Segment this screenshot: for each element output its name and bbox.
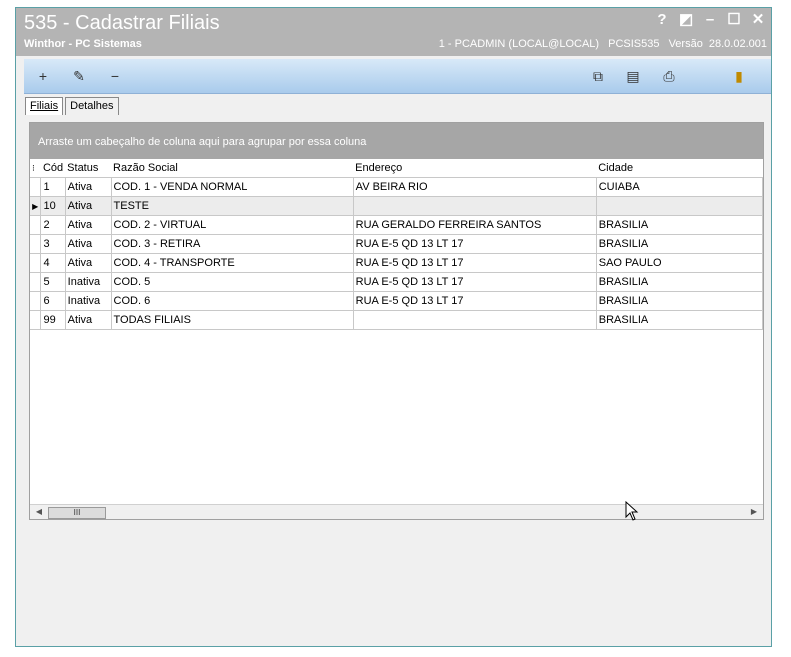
scroll-left-icon[interactable]: ◀	[32, 506, 46, 518]
print-icon[interactable]: ⎙	[660, 67, 678, 85]
add-icon[interactable]: +	[34, 67, 52, 85]
cell-status[interactable]: Ativa	[65, 310, 112, 330]
cell-endereco[interactable]: RUA GERALDO FERREIRA SANTOS	[353, 215, 597, 235]
cell-cod[interactable]: 99	[40, 310, 66, 330]
cell-razao[interactable]: COD. 2 - VIRTUAL	[111, 215, 354, 235]
tab-filiais[interactable]: Filiais	[25, 97, 64, 115]
help-icon[interactable]: ?	[655, 11, 669, 29]
cell-cidade[interactable]: BRASILIA	[596, 215, 764, 235]
remove-icon[interactable]: −	[106, 67, 124, 85]
cell-razao[interactable]: TODAS FILIAIS	[111, 310, 354, 330]
row-indicator	[30, 272, 42, 292]
cell-cod[interactable]: 5	[40, 272, 66, 292]
table-row[interactable]: 1 Ativa COD. 1 - VENDA NORMAL AV BEIRA RIO C…	[30, 177, 764, 197]
row-indicator	[30, 234, 42, 254]
cell-razao[interactable]: COD. 1 - VENDA NORMAL	[111, 177, 354, 197]
row-indicator	[30, 215, 42, 235]
cell-razao[interactable]: COD. 3 - RETIRA	[111, 234, 354, 254]
version-number: 28.0.02.001	[708, 38, 767, 50]
row-indicator	[30, 177, 42, 197]
cell-status[interactable]: Ativa	[65, 234, 112, 254]
column-header-status[interactable]: Status	[65, 159, 112, 178]
cell-cod[interactable]: 4	[40, 253, 66, 273]
cell-cidade[interactable]: BRASILIA	[596, 234, 764, 254]
table-row[interactable]: 5 Inativa COD. 5 RUA E-5 QD 13 LT 17 BRASILI…	[30, 272, 764, 292]
cell-endereco[interactable]: RUA E-5 QD 13 LT 17	[353, 253, 597, 273]
cell-endereco[interactable]: RUA E-5 QD 13 LT 17	[353, 291, 597, 311]
cell-status[interactable]: Inativa	[65, 291, 112, 311]
cell-razao[interactable]: COD. 4 - TRANSPORTE	[111, 253, 354, 273]
cell-razao[interactable]: TESTE	[111, 196, 354, 216]
cell-status[interactable]: Ativa	[65, 253, 112, 273]
row-indicator-icon: ▶	[30, 196, 42, 216]
column-chooser-icon[interactable]: ⁝	[30, 159, 41, 178]
cell-cod[interactable]: 2	[40, 215, 66, 235]
mouse-cursor-icon	[625, 501, 639, 521]
cell-cod[interactable]: 6	[40, 291, 66, 311]
tab-strip: Filiais Detalhes	[25, 97, 121, 115]
group-hint: Arraste um cabeçalho de coluna aqui para…	[38, 136, 367, 148]
row-indicator	[30, 291, 42, 311]
row-indicator	[30, 310, 42, 330]
app-window: 535 - Cadastrar Filiais Winthor - PC Sis…	[15, 7, 772, 647]
report-icon[interactable]: ▤	[624, 67, 642, 85]
cell-cidade[interactable]: BRASILIA	[596, 272, 764, 292]
window-controls: ? ◩ – ☐ ✕	[655, 11, 765, 29]
cell-endereco[interactable]	[353, 196, 597, 216]
cell-cidade[interactable]: BRASILIA	[596, 310, 764, 330]
cell-endereco[interactable]: RUA E-5 QD 13 LT 17	[353, 272, 597, 292]
group-by-panel[interactable]: Arraste um cabeçalho de coluna aqui para…	[30, 123, 763, 159]
minimize-icon[interactable]: –	[703, 11, 717, 29]
cell-endereco[interactable]: AV BEIRA RIO	[353, 177, 597, 197]
row-indicator	[30, 253, 42, 273]
tab-detalhes[interactable]: Detalhes	[65, 97, 119, 115]
user-info: 1 - PCADMIN (LOCAL@LOCAL)	[438, 38, 600, 50]
table-row[interactable]: 2 Ativa COD. 2 - VIRTUAL RUA GERALDO FERREI…	[30, 215, 764, 235]
cell-cidade[interactable]: SAO PAULO	[596, 253, 764, 273]
filiais-table: ⁝ Cód Status Razão Social Endereço Cidad…	[30, 159, 764, 330]
header-row: ⁝ Cód Status Razão Social Endereço Cidad…	[30, 159, 763, 178]
cell-cidade[interactable]	[596, 196, 764, 216]
cell-razao[interactable]: COD. 5	[111, 272, 354, 292]
exit-icon[interactable]: ▮	[730, 67, 748, 85]
copy-icon[interactable]: ⧉	[589, 67, 607, 85]
column-header-cod[interactable]: Cód	[40, 159, 66, 178]
column-header-cidade[interactable]: Cidade	[596, 159, 763, 178]
cell-endereco[interactable]: RUA E-5 QD 13 LT 17	[353, 234, 597, 254]
cell-status[interactable]: Inativa	[65, 272, 112, 292]
restore-alt-icon[interactable]: ◩	[679, 11, 693, 29]
maximize-icon[interactable]: ☐	[727, 11, 741, 29]
table-row[interactable]: ▶ 10 Ativa TESTE	[30, 196, 764, 216]
window-title: 535 - Cadastrar Filiais	[24, 12, 220, 34]
program-code: PCSIS535	[608, 38, 660, 50]
title-bar[interactable]: 535 - Cadastrar Filiais Winthor - PC Sis…	[16, 8, 771, 56]
horizontal-scrollbar[interactable]: ◀ III ▶	[30, 504, 763, 519]
scroll-right-icon[interactable]: ▶	[747, 506, 761, 518]
close-icon[interactable]: ✕	[751, 11, 765, 29]
cell-status[interactable]: Ativa	[65, 196, 112, 216]
cell-cidade[interactable]: CUIABA	[596, 177, 764, 197]
cell-status[interactable]: Ativa	[65, 215, 112, 235]
filiais-grid: Arraste um cabeçalho de coluna aqui para…	[29, 122, 764, 520]
cell-endereco[interactable]	[353, 310, 597, 330]
cell-cidade[interactable]: BRASILIA	[596, 291, 764, 311]
cell-cod[interactable]: 10	[40, 196, 66, 216]
cell-razao[interactable]: COD. 6	[111, 291, 354, 311]
toolbar: + ✎ − ⧉ ▤ ⎙ ▮	[24, 59, 771, 94]
cell-cod[interactable]: 1	[40, 177, 66, 197]
window-subtitle: Winthor - PC Sistemas	[24, 38, 142, 50]
table-row[interactable]: 4 Ativa COD. 4 - TRANSPORTE RUA E-5 QD 13 L…	[30, 253, 764, 273]
column-header-razao-social[interactable]: Razão Social	[111, 159, 354, 178]
table-row[interactable]: 3 Ativa COD. 3 - RETIRA RUA E-5 QD 13 LT 17…	[30, 234, 764, 254]
edit-icon[interactable]: ✎	[70, 67, 88, 85]
version-label: Versão	[668, 38, 703, 50]
column-header-endereco[interactable]: Endereço	[353, 159, 597, 178]
cell-status[interactable]: Ativa	[65, 177, 112, 197]
table-row[interactable]: 6 Inativa COD. 6 RUA E-5 QD 13 LT 17 BRASILI…	[30, 291, 764, 311]
cell-cod[interactable]: 3	[40, 234, 66, 254]
scroll-thumb[interactable]: III	[48, 507, 106, 519]
table-row[interactable]: 99 Ativa TODAS FILIAIS BRASILIA	[30, 310, 764, 330]
session-info: 1 - PCADMIN (LOCAL@LOCAL) PCSIS535 Versã…	[433, 38, 767, 50]
